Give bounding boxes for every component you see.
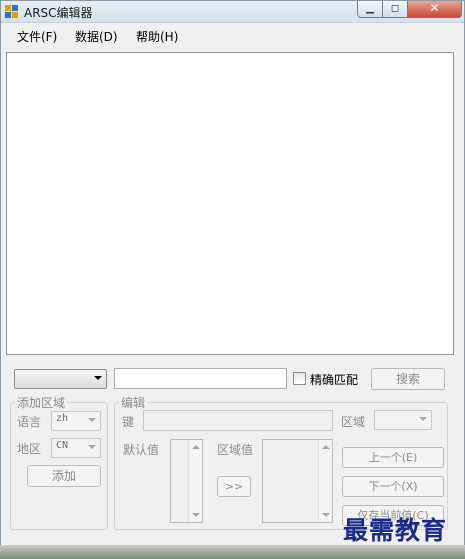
region-value-list[interactable] — [262, 439, 333, 523]
menu-file[interactable]: 文件(F) — [17, 28, 57, 45]
region-value-label: 区域值 — [217, 443, 254, 457]
window-title: ARSC编辑器 — [24, 6, 93, 20]
exact-match-label: 精确匹配 — [310, 373, 359, 387]
title-bar: ARSC编辑器 ▁ ◻ ✕ — [1, 1, 464, 23]
app-window: ARSC编辑器 ▁ ◻ ✕ 文件(F) 数据(D) 帮助(H) 精确匹配 搜索 … — [0, 0, 465, 559]
default-value-label: 默认值 — [123, 443, 160, 457]
language-label: 语言 — [17, 415, 42, 429]
menu-help[interactable]: 帮助(H) — [136, 28, 178, 45]
scroll-down-icon[interactable] — [192, 513, 200, 517]
chevron-down-icon — [88, 418, 96, 422]
close-icon[interactable]: ✕ — [407, 1, 462, 18]
key-field[interactable] — [143, 410, 333, 431]
next-button[interactable]: 下一个(X) — [342, 476, 444, 497]
copy-value-button[interactable]: >> — [217, 476, 251, 497]
region-value: CN — [56, 440, 69, 451]
watermark-text: 最需教育 — [343, 516, 448, 545]
exact-match-checkbox[interactable] — [293, 372, 306, 385]
region-dropdown[interactable]: CN — [51, 438, 101, 458]
chevron-down-icon — [88, 445, 96, 449]
filter-dropdown[interactable] — [14, 369, 107, 389]
desktop-background — [0, 545, 465, 559]
resource-list[interactable] — [6, 52, 454, 355]
app-icon — [5, 5, 19, 19]
scroll-down-icon[interactable] — [322, 513, 330, 517]
edit-region-dropdown[interactable] — [374, 410, 432, 430]
chevron-down-icon — [94, 376, 102, 380]
menu-data[interactable]: 数据(D) — [75, 28, 118, 45]
chevron-down-icon — [419, 417, 427, 421]
language-dropdown[interactable]: zh — [51, 411, 101, 431]
search-input[interactable] — [114, 368, 287, 389]
language-value: zh — [56, 413, 69, 424]
default-value-list[interactable] — [170, 439, 203, 523]
minimize-icon[interactable]: ▁ — [357, 1, 383, 18]
region-label: 地区 — [17, 442, 42, 456]
prev-button[interactable]: 上一个(E) — [342, 447, 444, 468]
scroll-up-icon[interactable] — [192, 445, 200, 449]
scroll-up-icon[interactable] — [322, 445, 330, 449]
key-label: 键 — [122, 415, 135, 429]
edit-region-label: 区域 — [341, 415, 366, 429]
add-button[interactable]: 添加 — [27, 465, 101, 487]
search-button[interactable]: 搜索 — [371, 368, 445, 390]
add-region-title: 添加区域 — [15, 394, 68, 411]
scrollbar[interactable] — [318, 440, 332, 522]
maximize-icon[interactable]: ◻ — [382, 1, 408, 18]
scrollbar[interactable] — [188, 440, 202, 522]
menu-bar: 文件(F) 数据(D) 帮助(H) — [2, 24, 463, 46]
edit-title: 编辑 — [119, 394, 148, 411]
